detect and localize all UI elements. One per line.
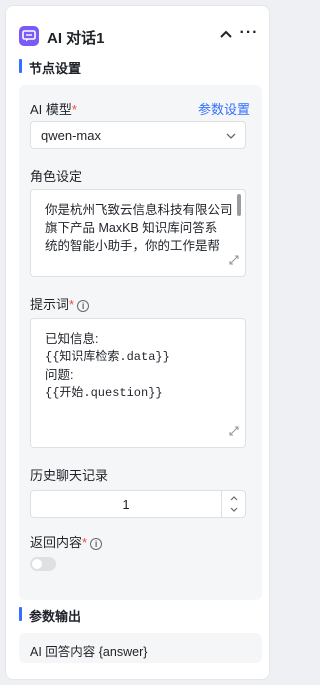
node-header: AI 对话1 ··· <box>19 22 259 50</box>
prompt-label: 提示词* i <box>30 294 90 313</box>
prompt-textarea[interactable]: 已知信息: {{知识库检索.data}} 问题: {{开始.question}} <box>30 318 246 448</box>
node-card: AI 对话1 ··· 节点设置 AI 模型* 参数设置 qwen-max 角色设… <box>5 5 270 680</box>
chevron-down-icon <box>225 130 237 145</box>
history-value: 1 <box>122 497 130 512</box>
output-item: AI 回答内容 {answer} <box>19 633 262 663</box>
history-label: 历史聊天记录 <box>30 468 109 483</box>
prompt-text: 已知信息: {{知识库检索.data}} 问题: {{开始.question}} <box>45 332 170 400</box>
info-icon[interactable]: i <box>90 538 103 550</box>
resize-icon[interactable] <box>229 423 239 441</box>
section-title-node-settings: 节点设置 <box>19 58 81 77</box>
chat-bubble-icon <box>19 26 39 46</box>
stepper-up-icon[interactable] <box>229 494 239 502</box>
return-content-toggle[interactable] <box>30 557 56 571</box>
node-title: AI 对话1 <box>47 30 105 47</box>
model-label: AI 模型* <box>30 102 77 117</box>
more-icon[interactable]: ··· <box>239 25 259 44</box>
settings-panel: AI 模型* 参数设置 qwen-max 角色设定 你是杭州飞致云信息科技有限公… <box>19 85 262 600</box>
return-content-label: 返回内容* i <box>30 532 103 551</box>
model-settings-link[interactable]: 参数设置 <box>198 99 250 118</box>
section-title-output: 参数输出 <box>19 606 81 625</box>
chevron-up-icon[interactable] <box>217 26 235 44</box>
resize-icon[interactable] <box>229 252 239 270</box>
role-scrollbar[interactable] <box>237 194 241 216</box>
stepper-controls <box>221 491 245 517</box>
role-textarea[interactable]: 你是杭州飞致云信息科技有限公司 旗下产品 MaxKB 知识库问答系 统的智能小助… <box>30 189 246 277</box>
history-stepper[interactable]: 1 <box>30 490 246 518</box>
role-label: 角色设定 <box>30 169 83 184</box>
role-text: 你是杭州飞致云信息科技有限公司 旗下产品 MaxKB 知识库问答系 统的智能小助… <box>45 203 233 253</box>
info-icon[interactable]: i <box>77 300 90 312</box>
model-select[interactable]: qwen-max <box>30 121 246 149</box>
model-select-value: qwen-max <box>41 128 101 143</box>
stepper-down-icon[interactable] <box>229 506 239 514</box>
